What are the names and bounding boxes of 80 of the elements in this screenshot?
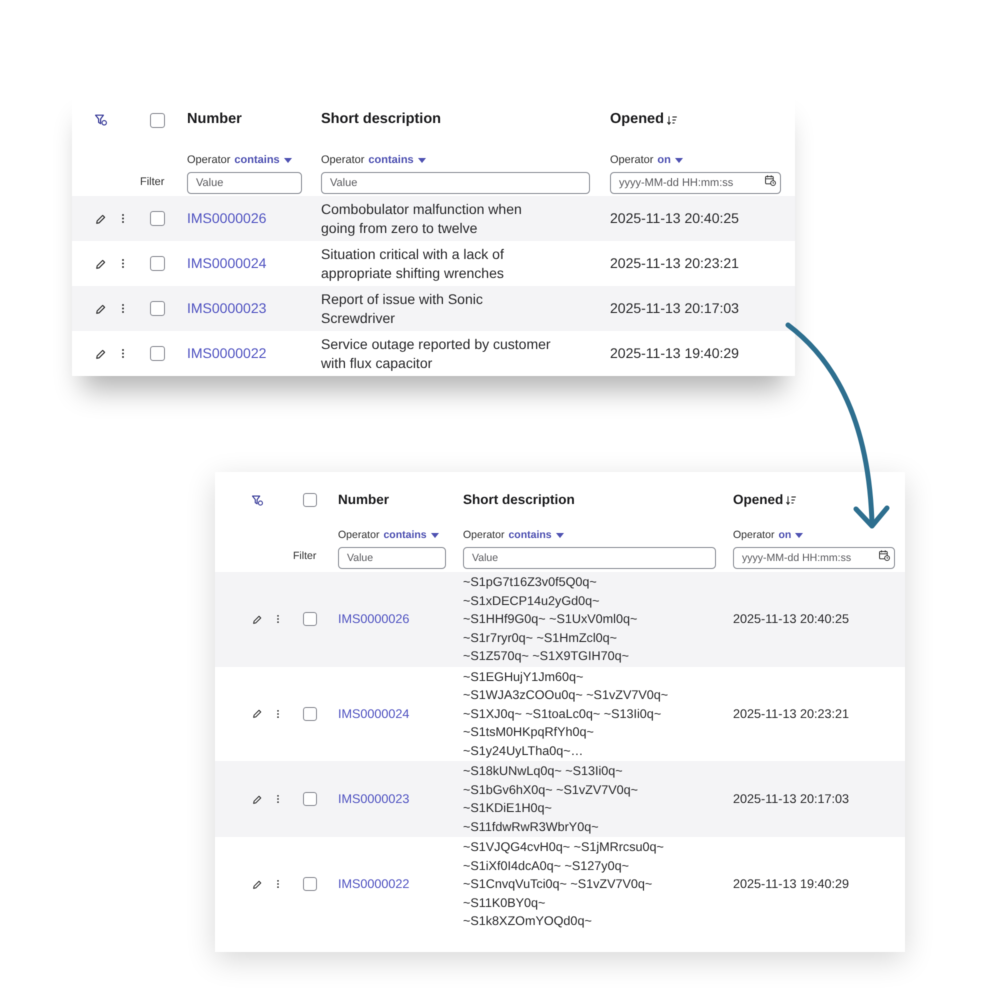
row-checkbox[interactable] — [303, 877, 317, 892]
sort-descending-icon[interactable] — [786, 496, 796, 504]
table-cell-text: 2025-11-13 20:17:03 — [733, 790, 850, 808]
record-link[interactable]: IMS0000023 — [338, 790, 410, 808]
table-cell: Combobulator malfunction when going from zero to twelve — [321, 200, 522, 238]
operator-label: Operator — [321, 153, 364, 168]
sort-descending-icon[interactable] — [666, 116, 677, 124]
record-link[interactable]: IMS0000026 — [338, 610, 410, 628]
operator-label: Operator — [463, 528, 504, 543]
operator-label: Operator — [338, 528, 380, 543]
table-cell-text: ~S1VJQG4cvH0q~ ~S1jMRrcsu0q~ ~S1iXf0I4dcA0q~ ~S127y0q~ ~S1CnvqVuTci0q~ ~S1vZV7V0q~ ~S11K0BY0q~ ~S1k8XZOmYOQd0q~ — [463, 839, 664, 930]
operator-dropdown[interactable]: contains — [368, 152, 426, 168]
filter-input[interactable]: Value — [338, 547, 446, 569]
caret-down-icon[interactable] — [284, 158, 292, 163]
record-link[interactable]: IMS0000022 — [338, 875, 410, 894]
row-checkbox[interactable] — [303, 706, 317, 721]
operator-dropdown[interactable]: contains — [508, 528, 564, 544]
operator-dropdown[interactable]: on — [657, 152, 683, 168]
date-filter-input[interactable]: yyyy-MM-dd HH:mm:ss — [733, 547, 895, 569]
table-cell-text: ~S1pG7t16Z3v0f5Q0q~ ~S1xDECP14u2yGd0q~ ~S1HHf9G0q~ ~S1UxV0ml0q~ ~S1r7ryr0q~ ~S1HmZcl0q~ ~S1Z570q~ ~S1X9TGIH70q~ — [463, 574, 638, 665]
caret-down-icon[interactable] — [418, 158, 426, 163]
filter-input[interactable]: Value — [187, 172, 302, 194]
column-header[interactable]: Number — [187, 109, 242, 131]
record-link[interactable]: IMS0000024 — [187, 254, 266, 273]
table-cell: 2025-11-13 20:17:03 — [610, 299, 739, 318]
caret-down-icon[interactable] — [795, 533, 804, 538]
filter-icon[interactable] — [252, 494, 263, 506]
operator-dropdown[interactable]: contains — [234, 152, 292, 168]
table-cell-text: 2025-11-13 20:23:21 — [733, 706, 850, 722]
date-filter-input[interactable]: yyyy-MM-dd HH:mm:ss — [610, 172, 781, 194]
pencil-icon[interactable] — [96, 348, 106, 358]
select-all-checkbox[interactable] — [303, 493, 317, 507]
filter-input[interactable]: Value — [321, 172, 590, 194]
caret-down-icon[interactable] — [674, 158, 683, 163]
table-cell: 2025-11-13 19:40:29 — [610, 344, 739, 363]
record-link[interactable]: IMS0000026 — [187, 209, 266, 228]
table-cell: Service outage reported by customer with flux capacitor — [321, 334, 551, 372]
pencil-icon[interactable] — [96, 258, 106, 268]
pencil-icon[interactable] — [253, 709, 262, 718]
calendar-clock-icon[interactable] — [879, 550, 890, 561]
column-header[interactable]: Short description — [463, 490, 575, 510]
caret-down-icon[interactable] — [430, 533, 439, 538]
row-checkbox[interactable] — [150, 346, 165, 361]
filter-label: Filter — [140, 174, 164, 190]
row-checkbox[interactable] — [303, 612, 317, 626]
column-header[interactable]: Opened — [733, 490, 796, 510]
caret-down-icon[interactable] — [556, 533, 564, 538]
calendar-clock-icon[interactable] — [765, 175, 776, 186]
table-cell-text: 2025-11-13 20:40:25 — [733, 611, 850, 628]
table-cell: 2025-11-13 20:40:25 — [610, 209, 739, 228]
row-checkbox[interactable] — [303, 792, 317, 806]
table-cell: Report of issue with Sonic Screwdriver — [321, 290, 483, 328]
pencil-icon[interactable] — [96, 304, 106, 314]
pencil-icon[interactable] — [253, 794, 262, 804]
row-checkbox[interactable] — [150, 301, 165, 316]
filter-input[interactable]: Value — [463, 547, 716, 569]
operator-label: Operator — [610, 153, 654, 168]
table-cell-text: ~S18kUNwLq0q~ ~S13Ii0q~ ~S1bGv6hX0q~ ~S1vZV7V0q~ ~S1KDiE1H0q~ ~S11fdwRwR3WbrY0q~ — [463, 763, 638, 836]
column-header[interactable]: Number — [338, 490, 390, 510]
pencil-icon[interactable] — [253, 614, 262, 624]
table-cell: 2025-11-13 20:23:21 — [610, 254, 739, 273]
select-all-checkbox[interactable] — [150, 112, 165, 128]
table-cell-text: ~S1EGHujY1Jm60q~ ~S1WJA3zCOOu0q~ ~S1vZV7V0q~ ~S1XJ0q~ ~S1toaLc0q~ ~S13Ii0q~ ~S1tsM0HKpqRfYh0q~ ~S1y24UyLTha0q~… — [463, 668, 668, 760]
operator-label: Operator — [733, 528, 774, 543]
operator-dropdown[interactable]: contains — [383, 528, 439, 544]
filter-icon[interactable] — [95, 114, 107, 126]
column-header[interactable]: Short description — [321, 109, 442, 131]
row-checkbox[interactable] — [150, 211, 165, 226]
operator-label: Operator — [187, 153, 230, 168]
pencil-icon[interactable] — [253, 880, 262, 889]
pencil-icon[interactable] — [96, 214, 106, 224]
table-cell: Situation critical with a lack of appropriate shifting wrenches — [321, 244, 504, 282]
record-link[interactable]: IMS0000022 — [187, 344, 266, 363]
filter-label: Filter — [293, 549, 316, 564]
operator-dropdown[interactable]: on — [778, 528, 804, 544]
row-checkbox[interactable] — [150, 256, 165, 271]
table-cell-text: 2025-11-13 19:40:29 — [733, 876, 850, 893]
record-link[interactable]: IMS0000024 — [338, 704, 410, 723]
record-link[interactable]: IMS0000023 — [187, 299, 266, 318]
column-header[interactable]: Opened — [610, 109, 677, 131]
